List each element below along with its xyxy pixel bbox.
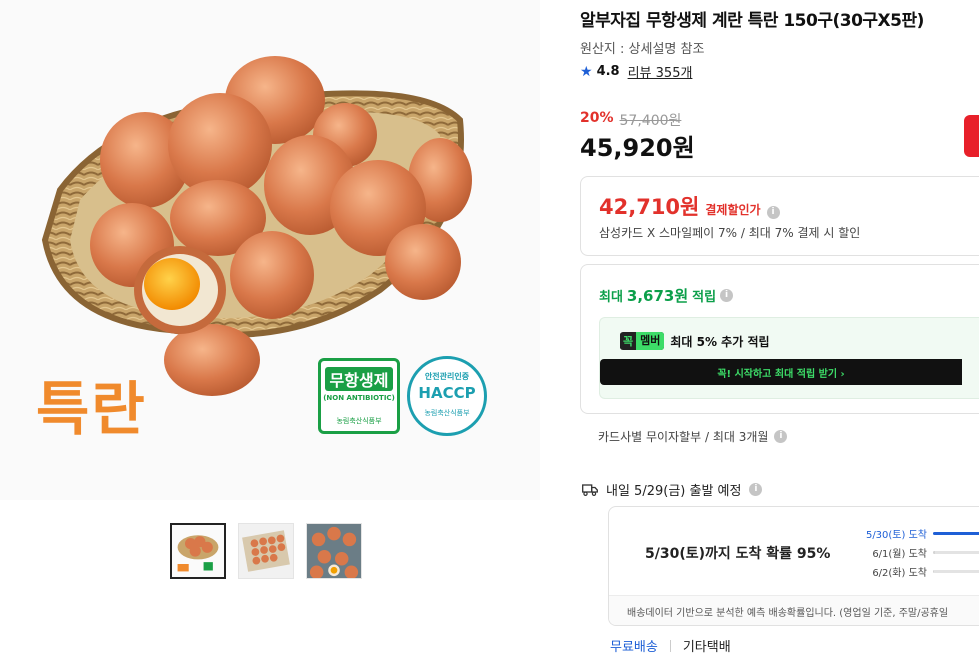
truck-icon [582,483,598,496]
rating-score: 4.8 [596,64,620,79]
arrival-date-row: 6/2(화) 도착 [859,562,979,581]
arrival-date-label: 6/2(화) 도착 [872,568,927,579]
haccp-agency: 농림축산식품부 [424,409,470,417]
price-discount-row: 20% 57,400원 [580,110,681,130]
product-info-panel: 알부자집 무항생제 계란 특란 150구(30구X5판) 원산지 : 상세설명 … [580,0,979,669]
cert-subtitle: (NON ANTIBIOTIC) [323,394,395,402]
payment-discount-description: 삼성카드 X 스마일페이 7% / 최대 7% 결제 시 할인 [599,226,861,240]
arrival-probability: 5/30(토)까지 도착 확률 95% [645,546,831,562]
thumbnail-3[interactable] [306,523,362,579]
membership-badge-right: 멤버 [636,332,665,350]
cert-agency: 농림축산식품부 [336,417,382,425]
info-icon[interactable]: i [720,289,734,302]
info-icon[interactable]: i [749,483,763,496]
thumbnail-1[interactable] [170,523,226,579]
haccp-top: 안전관리인증 [424,372,470,381]
arrival-date-bar [933,551,979,554]
info-icon[interactable]: i [774,430,788,443]
membership-promo: 꼭 멤버 최대 5% 추가 적립 꼭! 시작하고 최대 적립 받기 › [599,317,979,399]
membership-badge-left: 꼭 [620,333,637,349]
arrival-date-label: 6/1(월) 도착 [872,549,927,560]
arrival-date-bar-fill [933,532,979,535]
thumbnail-2[interactable] [238,523,294,579]
points-prefix: 최대 [599,290,623,305]
payment-discount-price: 42,710원 결제할인가 i [599,191,780,221]
membership-extra-points: 최대 5% 추가 적립 [670,334,770,349]
product-origin: 원산지 : 상세설명 참조 [580,42,705,57]
coupon-tab-button[interactable] [964,115,979,157]
arrival-date-label: 5/30(토) 도착 [865,530,927,541]
rating-summary: ★ 4.8 리뷰 355개 [580,62,693,82]
haccp-badge: 안전관리인증 HACCP 농림축산식품부 [407,356,487,436]
membership-cta-button[interactable]: 꼭! 시작하고 최대 적립 받기 › [600,359,962,385]
membership-badge: 꼭 멤버 [620,332,665,350]
antibiotic-free-badge: 무항생제 (NON ANTIBIOTIC) 농림축산식품부 [318,358,400,434]
original-price: 57,400원 [619,113,682,129]
thumbnail-1-image [172,525,224,577]
cert-title: 무항생제 [325,367,393,391]
tab-divider [669,639,671,652]
installment-text: 카드사별 무이자할부 / 최대 3개월 [598,430,769,444]
arrival-date-bar [933,532,979,535]
payment-discount-amount: 42,710원 [599,195,700,219]
points-suffix: 적립 [692,290,717,305]
product-gallery: 특란 무항생제 (NON ANTIBIOTIC) 농림축산식품부 안전관리인증 … [0,0,570,669]
courier-tab[interactable]: 기타택배 [683,636,731,655]
product-title: 알부자집 무항생제 계란 특란 150구(30구X5판) [580,11,924,31]
thumbnail-strip [170,523,362,579]
discount-rate: 20% [580,110,614,126]
info-icon[interactable]: i [766,206,780,219]
grade-label: 특란 [36,375,147,443]
installment-info: 카드사별 무이자할부 / 최대 3개월 i [598,428,788,445]
payment-discount-box: 42,710원 결제할인가 i 삼성카드 X 스마일페이 7% / 최대 7% … [580,176,979,256]
arrival-probability-box: 5/30(토)까지 도착 확률 95% 5/30(토) 도착 6/1(월) 도착… [608,506,979,626]
arrival-date-bar-fill [933,551,935,554]
thumbnail-2-image [239,524,293,578]
free-shipping-tab[interactable]: 무료배송 [610,636,658,655]
membership-row: 꼭 멤버 최대 5% 추가 적립 [620,332,770,350]
thumbnail-3-image [307,524,361,578]
arrival-date-row: 6/1(월) 도착 [859,543,979,562]
departure-text: 내일 5/29(금) 출발 예정 [606,484,742,499]
shipping-departure: 내일 5/29(금) 출발 예정 i [582,480,763,499]
arrival-date-bar [933,570,979,573]
arrival-date-row: 5/30(토) 도착 [859,524,979,543]
haccp-title: HACCP [418,384,476,402]
main-product-image[interactable]: 특란 무항생제 (NON ANTIBIOTIC) 농림축산식품부 안전관리인증 … [0,0,540,500]
sale-price: 45,920원 [580,134,695,162]
review-count-link[interactable]: 리뷰 355개 [628,62,693,81]
payment-discount-label: 결제할인가 [705,203,761,217]
star-icon: ★ [580,63,593,80]
shipping-options: 무료배송 기타택배 [610,636,731,655]
points-box: 최대 3,673원 적립 i 꼭 멤버 최대 5% 추가 적립 꼭! 시작하고 … [580,264,979,414]
points-amount: 3,673원 [626,287,689,305]
arrival-date-distribution: 5/30(토) 도착 6/1(월) 도착 6/2(화) 도착 [859,524,979,581]
prediction-note: 배송데이터 기반으로 분석한 예측 배송확률입니다. (영업일 기준, 주말/공… [609,595,979,625]
points-summary: 최대 3,673원 적립 i [599,285,734,306]
